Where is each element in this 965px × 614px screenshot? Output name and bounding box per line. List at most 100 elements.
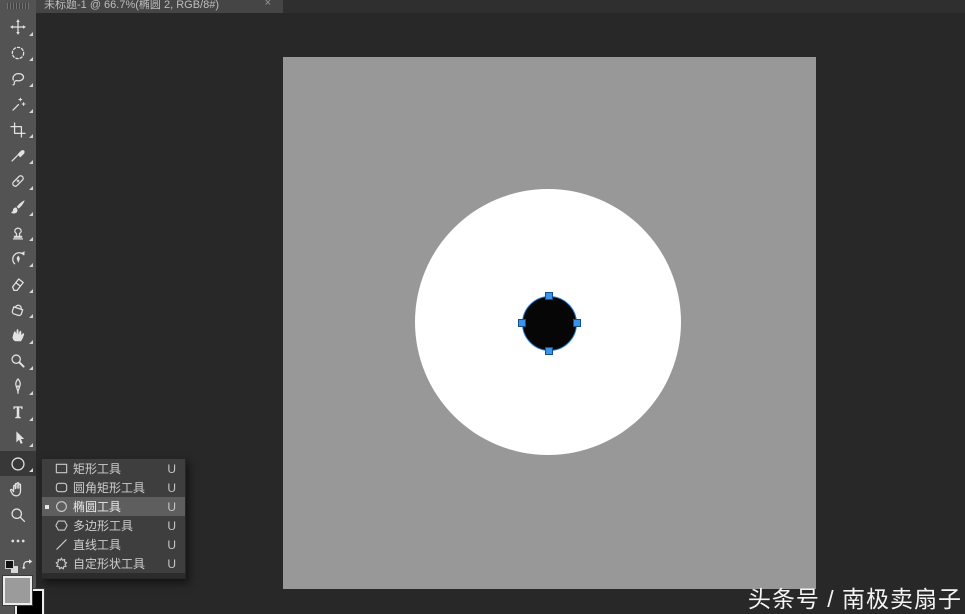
foreground-color-swatch[interactable] — [3, 576, 32, 605]
ellipsis-icon — [11, 539, 25, 542]
anchor-handle-top[interactable] — [545, 292, 553, 300]
tools-column — [0, 14, 36, 553]
ellipse-tool[interactable] — [0, 450, 36, 477]
healing-brush-tool[interactable] — [0, 168, 36, 194]
hand-icon — [9, 482, 22, 497]
flyout-indicator — [29, 262, 33, 267]
flyout-indicator — [29, 391, 33, 396]
paint-bucket-icon — [11, 305, 24, 317]
color-controls — [0, 558, 36, 574]
flyout-indicator — [29, 417, 33, 421]
menu-item-rounded-rectangle-tool[interactable]: 圆角矩形工具 U — [42, 478, 185, 497]
photoshop-window: 未标题-1 @ 66.7%(椭圆 2, RGB/8#) × 矩形工具 U 圆角矩… — [0, 0, 965, 614]
type-tool[interactable] — [0, 399, 36, 425]
flyout-indicator — [29, 442, 33, 447]
anchor-handle-bottom[interactable] — [545, 347, 553, 355]
edit-toolbar-button[interactable] — [0, 528, 36, 554]
flyout-indicator — [29, 134, 33, 139]
flyout-indicator — [29, 83, 33, 88]
menu-bottom-edge — [42, 573, 185, 578]
pen-tool[interactable] — [0, 374, 36, 400]
shape-tools-flyout-menu: 矩形工具 U 圆角矩形工具 U 椭圆工具 U 多边形工具 U 直线工具 U 自定… — [41, 458, 186, 579]
rounded-rectangle-icon — [55, 482, 68, 493]
smudge-icon — [12, 329, 25, 342]
flyout-indicator — [29, 185, 33, 190]
flyout-indicator — [29, 160, 33, 165]
elliptical-marquee-icon — [11, 46, 25, 59]
path-select-tool[interactable] — [0, 425, 36, 451]
menu-item-label: 自定形状工具 — [73, 557, 146, 571]
eraser-icon — [11, 278, 24, 291]
history-brush-tool[interactable] — [0, 245, 36, 271]
elliptical-marquee-tool[interactable] — [0, 40, 36, 66]
healing-brush-icon — [12, 175, 24, 187]
close-icon[interactable]: × — [265, 0, 271, 9]
move-icon — [10, 18, 26, 35]
flyout-indicator — [29, 468, 33, 473]
menu-item-label: 椭圆工具 — [73, 500, 122, 514]
flyout-indicator — [29, 211, 33, 216]
lasso-icon — [12, 73, 25, 86]
menu-item-shortcut: U — [167, 556, 176, 571]
flyout-indicator — [29, 237, 33, 242]
menu-item-ellipse-tool[interactable]: 椭圆工具 U — [42, 497, 185, 516]
clone-stamp-tool[interactable] — [0, 220, 36, 246]
custom-shape-icon — [55, 557, 68, 570]
menu-item-line-tool[interactable]: 直线工具 U — [42, 535, 185, 554]
tab-bar: 未标题-1 @ 66.7%(椭圆 2, RGB/8#) × — [36, 0, 965, 13]
default-colors-icon[interactable] — [5, 560, 18, 573]
flyout-indicator — [29, 31, 33, 36]
eyedropper-icon — [11, 150, 25, 162]
ellipse-tool-icon — [11, 456, 25, 471]
rectangle-icon — [55, 463, 68, 474]
panel-grip[interactable] — [7, 3, 29, 9]
brush-tool[interactable] — [0, 194, 36, 220]
document-tab[interactable]: 未标题-1 @ 66.7%(椭圆 2, RGB/8#) × — [36, 0, 283, 13]
magic-wand-tool[interactable] — [0, 91, 36, 117]
lasso-tool[interactable] — [0, 65, 36, 91]
menu-item-custom-shape-tool[interactable]: 自定形状工具 U — [42, 554, 185, 573]
pen-icon — [15, 378, 21, 395]
magic-wand-icon — [12, 97, 26, 111]
flyout-indicator — [29, 314, 33, 319]
menu-item-label: 矩形工具 — [73, 462, 122, 476]
flyout-indicator — [29, 108, 33, 113]
watermark-text: 头条号 / 南极卖扇子 — [747, 586, 962, 612]
zoom-tool[interactable] — [0, 502, 36, 528]
hand-tool[interactable] — [0, 476, 36, 502]
smudge-tool[interactable] — [0, 322, 36, 348]
crop-tool[interactable] — [0, 117, 36, 143]
clone-stamp-icon — [12, 227, 24, 240]
zoom-icon — [11, 508, 26, 523]
menu-item-label: 圆角矩形工具 — [73, 481, 146, 495]
document-tab-title: 未标题-1 @ 66.7%(椭圆 2, RGB/8#) — [44, 0, 219, 11]
menu-item-polygon-tool[interactable]: 多边形工具 U — [42, 516, 185, 535]
polygon-icon — [55, 520, 68, 531]
black-circle-shape — [522, 296, 577, 351]
flyout-indicator — [29, 339, 33, 344]
crop-icon — [10, 121, 26, 138]
swap-colors-icon[interactable] — [21, 558, 35, 572]
dodge-icon — [11, 354, 25, 368]
flyout-indicator — [29, 288, 33, 293]
menu-item-shortcut: U — [167, 537, 176, 552]
menu-item-rectangle-tool[interactable]: 矩形工具 U — [42, 459, 185, 478]
type-icon — [13, 406, 23, 419]
line-icon — [56, 539, 67, 550]
menu-item-shortcut: U — [167, 480, 176, 495]
dodge-tool[interactable] — [0, 348, 36, 374]
history-brush-icon — [12, 251, 25, 265]
menu-item-shortcut: U — [167, 518, 176, 533]
menu-item-label: 直线工具 — [73, 538, 122, 552]
selected-bullet — [45, 504, 54, 509]
flyout-indicator — [29, 57, 33, 62]
eyedropper-tool[interactable] — [0, 142, 36, 168]
menu-item-shortcut: U — [167, 499, 176, 514]
anchor-handle-left[interactable] — [518, 319, 526, 327]
brush-icon — [10, 199, 25, 214]
menu-item-shortcut: U — [167, 461, 176, 476]
eraser-tool[interactable] — [0, 271, 36, 297]
paint-bucket-tool[interactable] — [0, 297, 36, 323]
anchor-handle-right[interactable] — [573, 319, 581, 327]
move-tool[interactable] — [0, 14, 36, 40]
